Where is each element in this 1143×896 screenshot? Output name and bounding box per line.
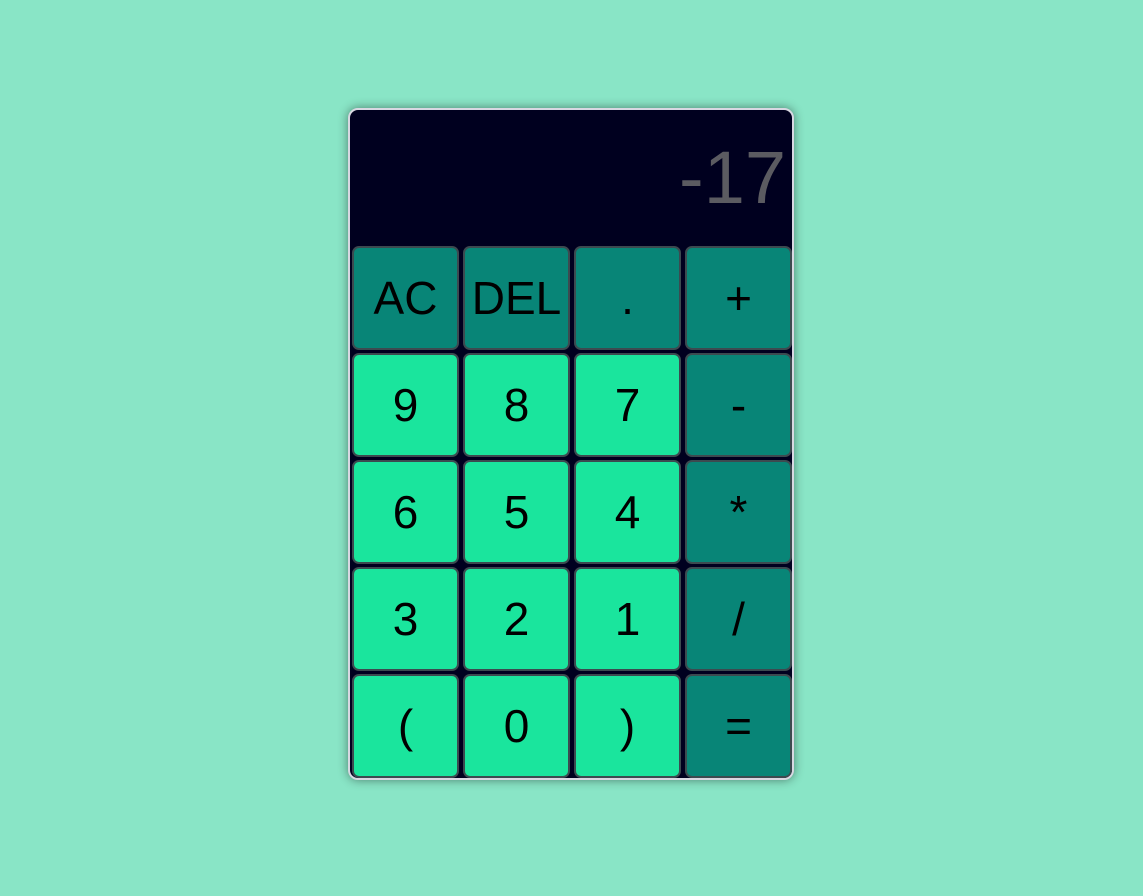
digit-6-button[interactable]: 6 [352, 460, 459, 564]
all-clear-button[interactable]: AC [352, 246, 459, 350]
close-paren-button[interactable]: ) [574, 674, 681, 778]
decimal-button[interactable]: . [574, 246, 681, 350]
digit-3-button[interactable]: 3 [352, 567, 459, 671]
divide-button[interactable]: / [685, 567, 792, 671]
calculator: -17 AC DEL . + 9 8 7 - 6 5 4 * 3 2 1 / (… [348, 108, 794, 780]
digit-5-button[interactable]: 5 [463, 460, 570, 564]
equals-button[interactable]: = [685, 674, 792, 778]
add-button[interactable]: + [685, 246, 792, 350]
keypad: AC DEL . + 9 8 7 - 6 5 4 * 3 2 1 / ( 0 )… [352, 246, 792, 778]
digit-4-button[interactable]: 4 [574, 460, 681, 564]
multiply-button[interactable]: * [685, 460, 792, 564]
calculator-display: -17 [679, 136, 786, 219]
delete-button[interactable]: DEL [463, 246, 570, 350]
subtract-button[interactable]: - [685, 353, 792, 457]
open-paren-button[interactable]: ( [352, 674, 459, 778]
digit-0-button[interactable]: 0 [463, 674, 570, 778]
digit-2-button[interactable]: 2 [463, 567, 570, 671]
digit-9-button[interactable]: 9 [352, 353, 459, 457]
digit-1-button[interactable]: 1 [574, 567, 681, 671]
digit-8-button[interactable]: 8 [463, 353, 570, 457]
digit-7-button[interactable]: 7 [574, 353, 681, 457]
